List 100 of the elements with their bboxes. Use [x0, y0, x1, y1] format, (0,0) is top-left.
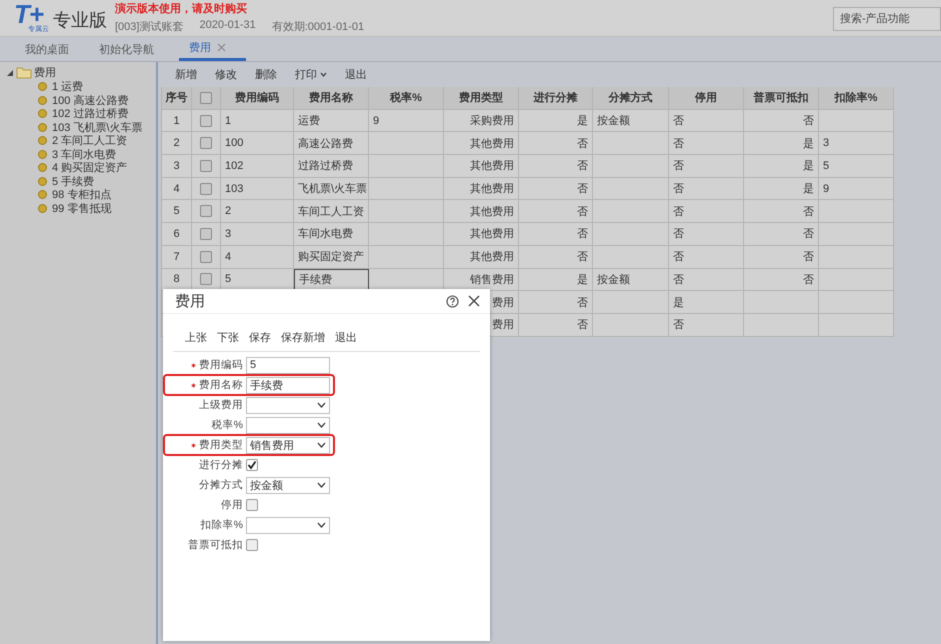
table-cell: 是 [744, 155, 819, 178]
dialog-action-button[interactable]: 退出 [335, 330, 357, 345]
tree-item[interactable]: 1 运费 [52, 79, 84, 94]
select-field[interactable] [246, 416, 330, 434]
table-cell: 100 [221, 132, 294, 156]
table-cell: 5 [819, 155, 894, 178]
row-checkbox[interactable] [200, 205, 212, 218]
input-field[interactable]: 5 [246, 356, 330, 374]
dialog-action-button[interactable]: 上张 [185, 330, 207, 345]
table-cell: 按金额 [593, 110, 669, 132]
table-cell: 4 [162, 178, 192, 200]
leaf-dot-icon [38, 122, 47, 132]
table-cell: 1 [162, 110, 192, 132]
expand-icon[interactable] [6, 68, 14, 76]
help-icon[interactable] [446, 294, 459, 308]
tree-item[interactable]: 102 过路过桥费 [52, 106, 128, 122]
table-cell: 9 [819, 178, 894, 200]
dialog-action-button[interactable]: 保存新增 [281, 330, 325, 345]
search-field[interactable]: 搜索-产品功能 [833, 7, 941, 31]
edition-title: 专业版 [53, 9, 107, 32]
column-header: 税率% [369, 87, 444, 110]
tab[interactable]: 我的桌面 [20, 37, 80, 61]
checkbox[interactable] [246, 459, 258, 471]
table-cell: 否 [669, 155, 744, 178]
column-header: 分摊方式 [593, 87, 669, 110]
table-cell: 102 [221, 155, 294, 178]
row-checkbox[interactable] [200, 228, 212, 240]
table-cell: 否 [669, 178, 744, 200]
close-icon[interactable] [468, 295, 480, 307]
leaf-dot-icon [38, 204, 47, 213]
tab[interactable]: 初始化导航 [94, 37, 165, 61]
select-field[interactable]: 按金额 [246, 476, 330, 494]
table-cell: 否 [519, 155, 593, 178]
input-field[interactable]: 手续费 [246, 376, 330, 394]
dialog-action-button[interactable]: 下张 [217, 330, 239, 345]
select-field[interactable] [246, 516, 330, 534]
table-cell: 车间水电费 [294, 223, 369, 246]
table-cell: 9 [369, 110, 444, 132]
field-label: 进行分摊 [199, 458, 243, 472]
leaf-dot-icon [38, 163, 47, 172]
row-checkbox[interactable] [200, 160, 212, 172]
validity-date: 有效期:0001-01-01 [272, 20, 364, 34]
dialog-action-button[interactable]: 保存 [249, 330, 271, 345]
table-cell: 否 [669, 246, 744, 268]
leaf-dot-icon [38, 96, 47, 105]
column-header: 扣除率% [819, 87, 894, 110]
table-cell: 否 [519, 291, 593, 314]
tree-item[interactable]: 99 零售抵现 [52, 200, 112, 216]
column-header: 费用名称 [294, 87, 369, 110]
field-label: 分摊方式 [199, 478, 243, 492]
chevron-down-icon [317, 482, 326, 488]
leaf-dot-icon [38, 82, 47, 92]
chevron-down-icon [317, 442, 326, 448]
table-cell: 是 [519, 110, 593, 132]
table-cell: 是 [744, 132, 819, 156]
tree-item[interactable]: 2 车间工人工资 [52, 133, 128, 148]
tree-item[interactable]: 103 飞机票\火车票 [52, 120, 142, 135]
tree-item[interactable]: 3 车间水电费 [52, 146, 116, 162]
leaf-dot-icon [38, 109, 47, 118]
tree-item[interactable]: 费用 [34, 65, 56, 80]
table-cell: 其他费用 [444, 200, 519, 224]
table-cell: 是 [519, 268, 593, 292]
leaf-dot-icon [38, 190, 47, 200]
table-cell: 过路过桥费 [294, 155, 369, 178]
column-header: 序号 [162, 87, 192, 110]
table-cell: 否 [519, 246, 593, 268]
row-checkbox[interactable] [200, 273, 212, 286]
table-cell: 否 [669, 110, 744, 132]
table-cell: 否 [744, 246, 819, 268]
toolbar-button[interactable]: 退出 [345, 67, 367, 82]
tree-item[interactable]: 100 高速公路费 [52, 92, 128, 108]
row-checkbox[interactable] [200, 114, 212, 127]
table-cell: 是 [669, 291, 744, 314]
checkbox[interactable] [246, 539, 258, 551]
table-cell: 6 [162, 223, 192, 246]
tree-item[interactable]: 4 购买固定资产 [52, 160, 128, 176]
table-cell: 103 [221, 178, 294, 200]
select-field[interactable]: 销售费用 [246, 436, 330, 454]
tree-item[interactable]: 98 专柜扣点 [52, 187, 112, 202]
row-checkbox[interactable] [200, 250, 212, 263]
select-all-checkbox[interactable] [200, 92, 212, 104]
table-cell: 否 [744, 110, 819, 132]
toolbar-button[interactable]: 删除 [255, 67, 277, 82]
toolbar-button[interactable]: 修改 [215, 67, 237, 82]
table-cell: 否 [519, 200, 593, 224]
table-cell: 按金额 [593, 268, 669, 292]
checkbox[interactable] [246, 499, 258, 511]
select-field[interactable] [246, 396, 330, 414]
row-checkbox[interactable] [200, 182, 212, 195]
chevron-down-icon [317, 522, 326, 528]
row-checkbox[interactable] [200, 137, 212, 150]
field-label: 普票可抵扣 [188, 538, 243, 552]
table-cell: 3 [221, 223, 294, 246]
toolbar-button[interactable]: 打印 [295, 67, 327, 82]
toolbar-button[interactable]: 新增 [175, 67, 197, 82]
field-label: 费用类型 [199, 438, 243, 452]
chevron-down-icon [317, 402, 326, 408]
tree-item[interactable]: 5 手续费 [52, 174, 94, 189]
login-date: 2020-01-31 [199, 19, 256, 33]
table-cell: 车间工人工资 [294, 200, 369, 224]
